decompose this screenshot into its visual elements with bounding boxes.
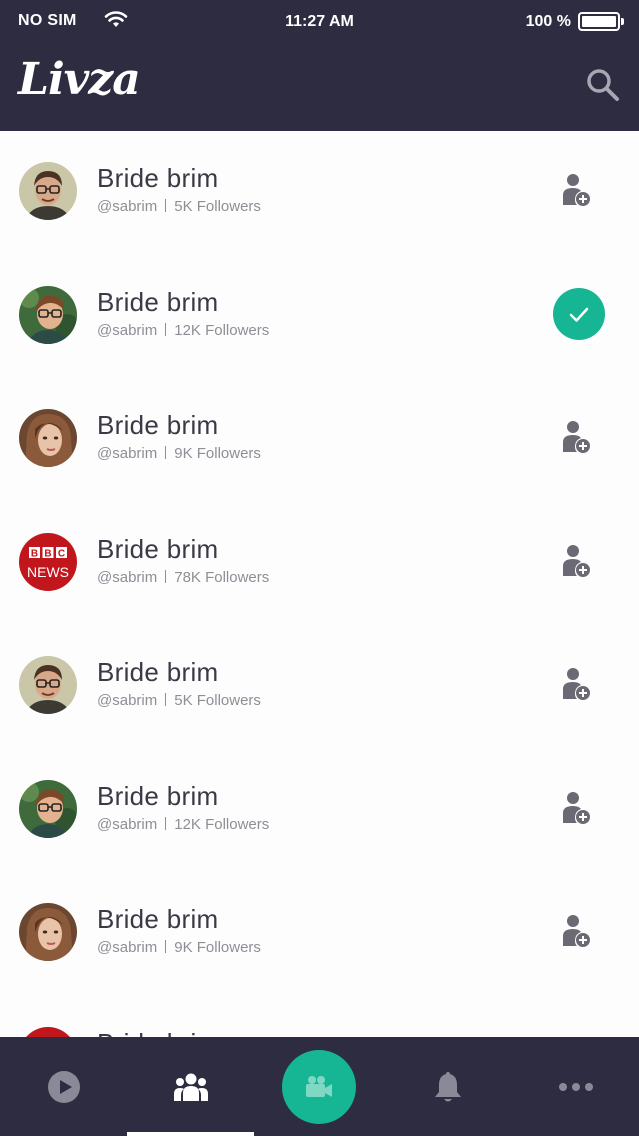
user-meta: @sabrim 5K Followers (97, 198, 261, 215)
add-user-icon (563, 174, 590, 206)
avatar[interactable] (19, 903, 77, 961)
user-row[interactable]: B B C NEWS Bride brim @sabrim 78K Followers (0, 502, 639, 626)
meta-divider (165, 322, 167, 336)
play-icon (47, 1070, 80, 1103)
user-row[interactable]: BBCNEWSBride brim@sabrim (0, 996, 639, 1038)
user-row[interactable]: Bride brim @sabrim 9K Followers (0, 872, 639, 996)
meta-divider (165, 569, 167, 583)
user-handle: @sabrim (97, 321, 158, 339)
add-user-icon (563, 791, 590, 824)
follow-button[interactable] (561, 914, 591, 948)
user-name: Bride brim (97, 163, 219, 193)
user-meta: @sabrim 9K Followers (97, 445, 261, 462)
follow-button[interactable] (561, 667, 591, 701)
user-meta: @sabrim 12K Followers (97, 816, 269, 833)
search-icon (587, 69, 619, 101)
following-button[interactable] (553, 287, 605, 340)
avatar[interactable]: BBCNEWS (19, 532, 77, 591)
go-live-button[interactable] (282, 1050, 356, 1124)
avatar[interactable] (19, 656, 77, 714)
avatar[interactable] (19, 409, 77, 467)
user-handle: @sabrim (97, 568, 158, 586)
user-meta: @sabrim 5K Followers (97, 692, 261, 709)
tab-people[interactable] (127, 1037, 254, 1136)
follower-count: 9K Followers (174, 445, 261, 462)
more-icon (558, 1082, 593, 1091)
add-user-icon (563, 421, 590, 453)
follow-button[interactable] (561, 420, 591, 454)
follow-button[interactable] (561, 544, 591, 578)
user-row[interactable]: Bride brim @sabrim 5K Followers (0, 625, 639, 749)
avatar[interactable] (19, 779, 77, 838)
user-handle: @sabrim (97, 198, 158, 215)
svg-text:B: B (31, 548, 38, 559)
meta-divider (165, 199, 167, 212)
follower-count: 12K Followers (174, 321, 270, 339)
meta-divider (165, 446, 167, 459)
meta-divider (165, 940, 167, 953)
avatar[interactable]: BBCNEWS (19, 1026, 77, 1037)
user-name: Bride brim (97, 410, 219, 440)
meta-divider (165, 693, 167, 706)
follower-count: 5K Followers (174, 692, 261, 709)
user-meta: @sabrim 78K Followers (97, 569, 269, 586)
user-name: Bride brim (97, 286, 219, 317)
follower-count: 78K Followers (174, 568, 270, 586)
bell-icon (434, 1071, 461, 1101)
user-handle: @sabrim (97, 445, 158, 462)
follower-count: 9K Followers (174, 939, 261, 956)
user-name: Bride brim (97, 780, 219, 811)
battery-icon (578, 12, 624, 31)
user-handle: @sabrim (97, 815, 158, 833)
add-user-icon (563, 544, 590, 577)
people-icon (173, 1073, 208, 1101)
user-list: Bride brim @sabrim 5K Followers Bride brim @… (0, 131, 639, 1037)
follower-count: 5K Followers (174, 198, 261, 215)
user-name: Bride brim (97, 1028, 218, 1038)
user-name: Bride brim (97, 904, 219, 934)
user-name: Bride brim (97, 533, 219, 564)
add-user-icon (563, 668, 590, 700)
user-row[interactable]: Bride brim @sabrim 12K Followers (0, 749, 639, 873)
avatar[interactable] (19, 285, 77, 344)
follow-button[interactable] (561, 173, 591, 207)
svg-text:B: B (44, 548, 51, 559)
follow-button[interactable] (561, 791, 591, 825)
svg-text:C: C (58, 548, 65, 559)
app-header: NO SIM 11:27 AM 100 % Livza (0, 0, 639, 131)
user-handle: @sabrim (97, 692, 158, 709)
check-icon (569, 307, 589, 322)
video-camera-icon (306, 1076, 332, 1097)
search-button[interactable] (585, 67, 621, 103)
user-row[interactable]: Bride brim @sabrim 5K Followers (0, 131, 639, 255)
avatar[interactable] (19, 162, 77, 220)
status-bar: NO SIM 11:27 AM 100 % (0, 0, 639, 44)
svg-text:NEWS: NEWS (27, 564, 69, 580)
user-name: Bride brim (97, 657, 219, 687)
follower-count: 12K Followers (174, 815, 270, 833)
tab-play[interactable] (0, 1037, 127, 1136)
user-row[interactable]: Bride brim @sabrim 12K Followers (0, 255, 639, 379)
battery-percent: 100 % (525, 13, 571, 30)
bottom-tab-bar (0, 1037, 639, 1136)
tab-more[interactable] (512, 1037, 639, 1136)
user-meta: @sabrim 12K Followers (97, 322, 269, 339)
meta-divider (165, 816, 167, 830)
add-user-icon (563, 915, 590, 947)
user-meta: @sabrim 9K Followers (97, 939, 261, 956)
user-handle: @sabrim (97, 939, 158, 956)
app-logo: Livza (18, 54, 141, 105)
tab-notifications[interactable] (384, 1037, 511, 1136)
user-row[interactable]: Bride brim @sabrim 9K Followers (0, 378, 639, 502)
